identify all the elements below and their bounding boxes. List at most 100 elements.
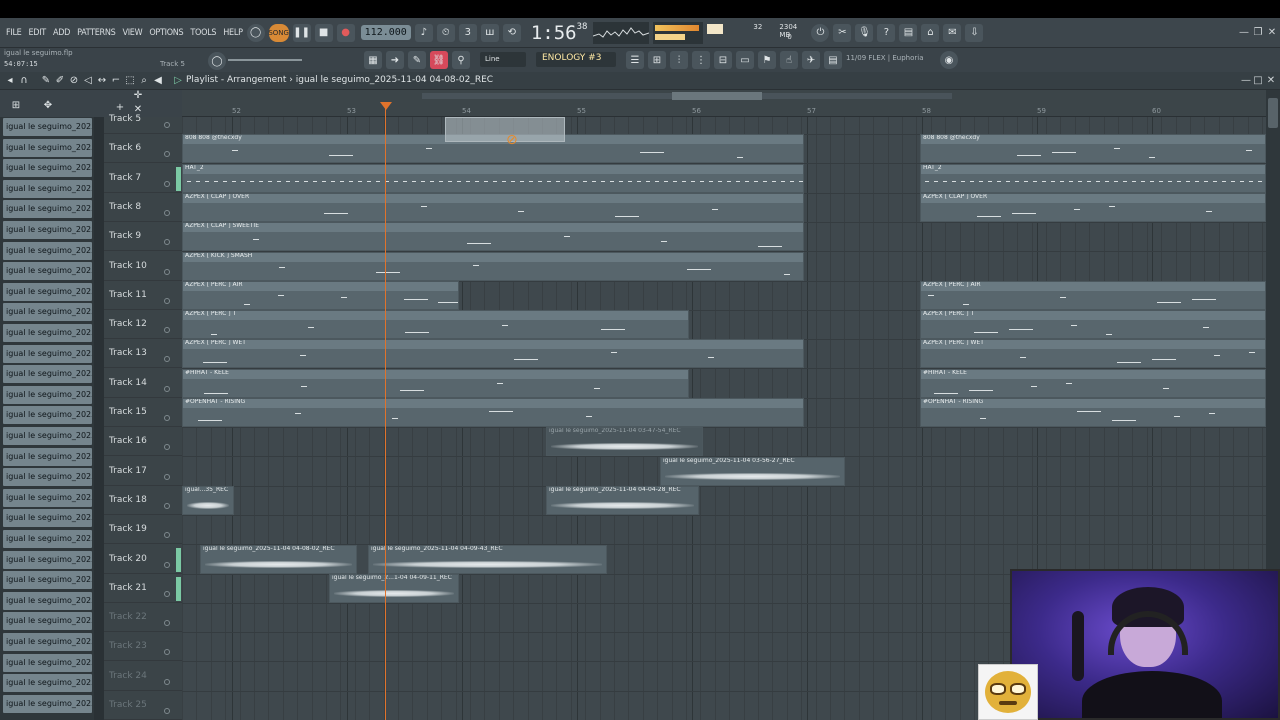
picker-item[interactable]: igual le seguimo_2025-1... <box>3 385 92 404</box>
picker-item[interactable]: igual le seguimo_2025-1... <box>3 550 92 569</box>
pattern-clip[interactable]: AZPEX [ PERC ] AIR <box>182 280 459 310</box>
track-header[interactable]: Track 13 <box>104 339 182 369</box>
save-icon[interactable]: ▤ <box>899 23 918 42</box>
audio-clip[interactable]: igual le seguimo_2025-11-04 04-04-28_REC <box>546 485 699 515</box>
track-mute-led[interactable] <box>164 649 170 656</box>
power-icon[interactable]: ⏻ <box>811 23 830 42</box>
picker-item[interactable]: igual le seguimo_2025-1... <box>3 241 92 260</box>
mute-icon[interactable]: ◁ <box>82 75 94 87</box>
picker-item[interactable]: igual le seguimo_2025-1... <box>3 509 92 528</box>
track-mute-led[interactable] <box>164 151 170 158</box>
audio-clip[interactable]: igual...35_REC <box>182 485 234 515</box>
picker-item[interactable]: igual le seguimo_2025-1... <box>3 447 92 466</box>
menu-tools[interactable]: TOOLS <box>190 28 216 38</box>
move-icon[interactable]: ✛ <box>132 90 144 102</box>
audio-clip[interactable]: igual le seguimo_2025-11-04 03-56-27_REC <box>660 456 845 486</box>
menu-options[interactable]: OPTIONS <box>149 28 183 38</box>
wait-input-icon[interactable]: ⏲ <box>436 23 455 42</box>
pattern-clip[interactable]: AZPEX [ PERC ] T <box>182 310 689 340</box>
track-header[interactable]: Track 5 <box>104 105 182 134</box>
playhead-marker[interactable] <box>380 102 392 110</box>
step-seq-icon[interactable]: ⊞ <box>648 51 666 69</box>
picker-item[interactable]: igual le seguimo_2025-1... <box>3 324 92 342</box>
pattern-clip[interactable]: HAT_2 <box>920 163 1266 193</box>
piano-roll-icon[interactable]: ▦ <box>364 51 382 69</box>
pattern-clip[interactable]: AZPEX [ CLAP ] OVER <box>182 192 804 222</box>
pattern-clip[interactable]: AZPEX [ PERC ] WET <box>920 339 1266 369</box>
microphone-icon[interactable]: 🎙 <box>855 23 874 42</box>
pattern-clip[interactable]: AZPEX [ KICK ] SMASH <box>182 251 804 281</box>
track-header[interactable]: Track 8 <box>104 193 182 222</box>
track-header[interactable]: Track 23 <box>104 632 182 662</box>
plugin-picker-icon[interactable]: ⚑ <box>758 51 776 69</box>
picker-item[interactable]: igual le seguimo_2025-1... <box>3 406 92 425</box>
online-icon[interactable]: ◉ <box>940 51 958 69</box>
minimize-icon[interactable]: — <box>1238 27 1250 39</box>
track-header[interactable]: Track 17 <box>104 457 182 486</box>
record-icon[interactable]: ● <box>336 23 355 42</box>
overview-thumb[interactable] <box>672 92 762 100</box>
audio-clip[interactable]: igual le seguimo_2025-11-04 04-08-02_REC <box>200 544 357 574</box>
playlist-minimize-icon[interactable]: — <box>1240 75 1252 87</box>
table-icon[interactable]: ▤ <box>824 51 842 69</box>
file-icon[interactable]: ▭ <box>736 51 754 69</box>
pattern-clip[interactable]: AZPEX [ CLAP ] OVER <box>920 192 1266 222</box>
track-header[interactable]: Track 19 <box>104 515 182 545</box>
master-pitch-slider[interactable] <box>228 59 302 61</box>
track-mute-led[interactable] <box>164 209 170 216</box>
track-mute-led[interactable] <box>164 415 170 421</box>
close-icon[interactable]: ✕ <box>1266 27 1278 39</box>
loop-record-icon[interactable]: ⟲ <box>502 23 521 42</box>
track-mute-led[interactable] <box>164 678 170 685</box>
arrow-left-icon[interactable]: ◂ <box>4 75 16 87</box>
playlist-maximize-icon[interactable]: □ <box>1252 75 1264 87</box>
picker-item[interactable]: igual le seguimo_2025-1... <box>3 633 92 651</box>
track-header[interactable]: Track 18 <box>104 486 182 515</box>
metronome-icon[interactable]: ♪ <box>414 23 433 42</box>
picker-item[interactable]: igual le seguimo_2025-1... <box>3 488 92 507</box>
picker-arrows-icon[interactable]: ✥ <box>42 100 54 112</box>
song-mode-button[interactable]: SONG <box>268 23 289 42</box>
track-header[interactable]: Track 9 <box>104 222 182 252</box>
track-mute-led[interactable] <box>164 180 170 187</box>
help-icon[interactable]: ? <box>877 23 896 42</box>
channel-rack-icon[interactable]: ⋮ <box>692 51 710 69</box>
stamp-icon[interactable]: ⚲ <box>452 51 470 69</box>
playhead[interactable] <box>385 104 386 720</box>
menu-patterns[interactable]: PATTERNS <box>77 28 116 38</box>
picker-item[interactable]: igual le seguimo_2025-1... <box>3 530 92 548</box>
pattern-clip[interactable]: #OPENHAT - RISING <box>182 398 804 427</box>
mixer-icon[interactable]: ⫶ <box>670 51 688 69</box>
restore-icon[interactable]: ❐ <box>1252 27 1264 39</box>
magnet-icon[interactable]: ∩ <box>18 75 30 87</box>
picker-item[interactable]: igual le seguimo_2025-1... <box>3 591 92 610</box>
track-mute-led[interactable] <box>164 473 170 480</box>
snap-dropdown[interactable]: Line <box>480 52 526 67</box>
picker-toggle-icon[interactable]: ⊞ <box>10 100 22 112</box>
zoom-icon[interactable]: ⌕ <box>138 75 150 87</box>
track-header[interactable]: Track 20 <box>104 545 182 574</box>
track-mute-led[interactable] <box>164 620 170 627</box>
track-header[interactable]: Track 14 <box>104 369 182 398</box>
picker-item[interactable]: igual le seguimo_2025-1... <box>3 612 92 631</box>
track-mute-led[interactable] <box>164 502 170 509</box>
track-mute-led[interactable] <box>164 708 170 714</box>
track-header[interactable]: Track 7 <box>104 164 182 193</box>
pause-icon[interactable]: ❚❚ <box>292 23 311 42</box>
menu-add[interactable]: ADD <box>53 28 70 38</box>
news-panel[interactable]: 11/09 FLEX | Euphoria <box>846 54 924 62</box>
picker-item[interactable]: igual le seguimo_2025-1... <box>3 262 92 281</box>
playlist-play-icon[interactable]: ▷ <box>172 75 184 87</box>
menu-edit[interactable]: EDIT <box>28 28 46 38</box>
blend-notes-icon[interactable]: ш <box>480 23 499 42</box>
playlist-close-icon[interactable]: ✕ <box>1265 75 1277 87</box>
stop-icon[interactable]: ■ <box>314 23 333 42</box>
delete-icon[interactable]: ⊘ <box>68 75 80 87</box>
touch-icon[interactable]: ☝ <box>780 51 798 69</box>
master-pitch-knob-icon[interactable]: ◯ <box>246 23 265 42</box>
pattern-clip[interactable]: HAT_2 <box>182 163 804 193</box>
countdown-icon[interactable]: 3 <box>458 23 477 42</box>
pencil-icon[interactable]: ✎ <box>408 51 426 69</box>
picker-item[interactable]: igual le seguimo_2025-1... <box>3 159 92 178</box>
picker-scrollbar[interactable] <box>94 117 104 720</box>
